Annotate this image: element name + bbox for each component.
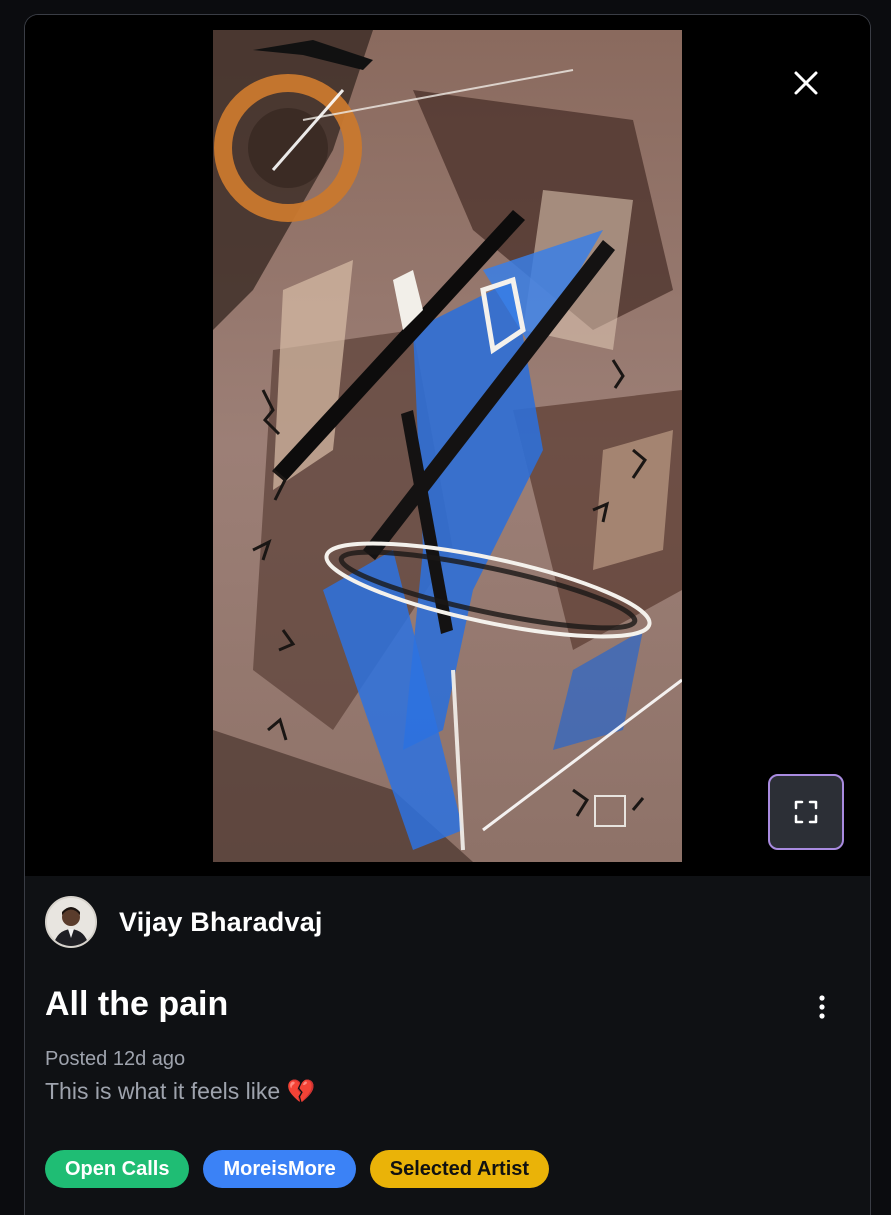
close-button[interactable] <box>784 61 828 105</box>
author-name[interactable]: Vijay Bharadvaj <box>119 907 323 938</box>
avatar-photo <box>47 898 95 946</box>
more-options-button[interactable] <box>805 990 839 1024</box>
post-modal: Vijay Bharadvaj All the pain Posted 12d … <box>24 14 871 1215</box>
media-viewer <box>25 15 870 876</box>
post-timestamp: Posted 12d ago <box>45 1048 186 1070</box>
avatar[interactable] <box>45 896 97 948</box>
artwork-image[interactable] <box>213 30 682 862</box>
tag-open-calls[interactable]: Open Calls <box>45 1150 190 1188</box>
author-link[interactable]: Vijay Bharadvaj <box>45 896 323 948</box>
post-description: This is what it feels like 💔 <box>45 1078 316 1104</box>
tag-selected-artist[interactable]: Selected Artist <box>369 1150 550 1188</box>
tag-moreismore[interactable]: MoreisMore <box>203 1150 356 1188</box>
post-title: All the pain <box>45 985 229 1023</box>
post-details: Vijay Bharadvaj All the pain Posted 12d … <box>25 876 870 1215</box>
tag-list: Open Calls MoreisMore Selected Artist <box>45 1150 550 1188</box>
close-icon <box>794 71 818 95</box>
fullscreen-button[interactable] <box>768 774 844 850</box>
fullscreen-icon <box>794 800 818 824</box>
more-vertical-icon <box>819 995 825 1019</box>
